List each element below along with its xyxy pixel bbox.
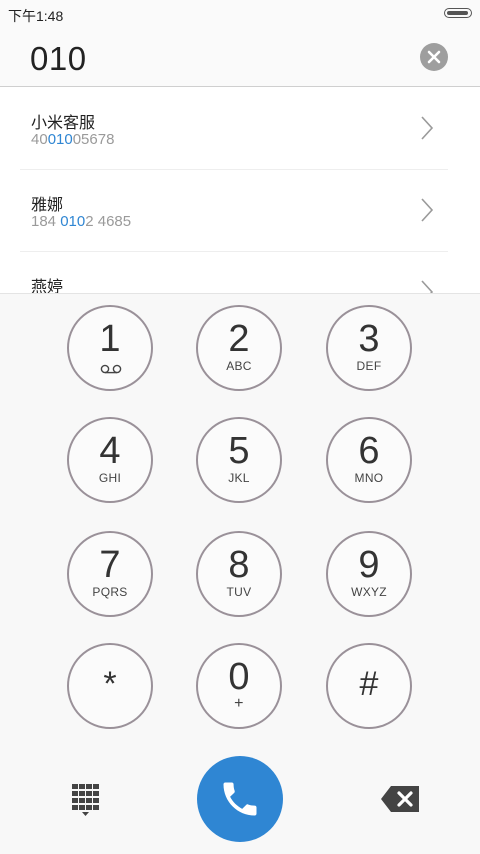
clear-icon[interactable] — [420, 43, 448, 71]
chevron-right-icon — [421, 198, 434, 222]
key-7[interactable]: 7 PQRS — [67, 531, 153, 617]
key-symbol: # — [359, 665, 379, 703]
dialed-number[interactable]: 010 — [30, 40, 87, 78]
key-9[interactable]: 9 WXYZ — [326, 531, 412, 617]
key-digit: 8 — [228, 544, 250, 586]
key-digit: 4 — [99, 430, 121, 472]
keypad-grid-icon[interactable] — [72, 784, 100, 816]
key-letters: TUV — [226, 585, 252, 599]
contact-name: 燕婷 — [31, 279, 64, 293]
key-letters: ABC — [226, 359, 252, 373]
key-digit: 7 — [99, 544, 121, 586]
call-button[interactable] — [197, 756, 283, 842]
key-1[interactable]: 1 — [67, 305, 153, 391]
key-letters: WXYZ — [351, 585, 387, 599]
contact-name: 小米客服 — [31, 115, 96, 132]
contact-number: 184 0102 4685 — [31, 213, 132, 230]
key-digit: 0 — [228, 656, 250, 698]
contact-results-list: 小米客服 4001005678 雅娜 184 0102 4685 燕婷 — [0, 87, 480, 293]
status-bar: 下午1:48 — [0, 0, 480, 28]
number-match-highlight: 010 — [47, 131, 73, 148]
key-digit: 6 — [358, 430, 380, 472]
battery-icon — [444, 8, 472, 18]
contact-result-item[interactable]: 雅娜 184 0102 4685 — [20, 169, 448, 252]
voicemail-icon — [100, 364, 122, 374]
key-star[interactable]: * — [67, 643, 153, 729]
key-symbol: * — [103, 665, 117, 703]
key-hash[interactable]: # — [326, 643, 412, 729]
key-letters: + — [234, 695, 244, 712]
dial-input-row: 010 — [0, 28, 480, 87]
key-6[interactable]: 6 MNO — [326, 417, 412, 503]
key-digit: 3 — [358, 318, 380, 360]
key-letters: MNO — [354, 471, 384, 485]
backspace-icon[interactable] — [381, 786, 419, 812]
key-digit: 2 — [228, 318, 250, 360]
key-letters: PQRS — [92, 585, 128, 599]
key-5[interactable]: 5 JKL — [196, 417, 282, 503]
phone-icon — [223, 782, 257, 816]
key-digit: 5 — [228, 430, 250, 472]
contact-number: 4001005678 — [31, 131, 115, 148]
key-letters: DEF — [356, 359, 382, 373]
chevron-right-icon — [421, 280, 434, 293]
status-time: 下午1:48 — [8, 8, 64, 24]
key-digit: 1 — [99, 318, 121, 360]
contact-result-item[interactable]: 小米客服 4001005678 — [20, 87, 448, 170]
key-8[interactable]: 8 TUV — [196, 531, 282, 617]
key-letters: JKL — [228, 471, 250, 485]
key-3[interactable]: 3 DEF — [326, 305, 412, 391]
contact-result-item[interactable]: 燕婷 — [20, 251, 448, 293]
key-letters: GHI — [98, 471, 122, 485]
chevron-right-icon — [421, 116, 434, 140]
key-4[interactable]: 4 GHI — [67, 417, 153, 503]
key-2[interactable]: 2 ABC — [196, 305, 282, 391]
contact-name: 雅娜 — [31, 197, 64, 214]
key-0[interactable]: 0 + — [196, 643, 282, 729]
number-match-highlight: 010 — [60, 213, 86, 230]
key-digit: 9 — [358, 544, 380, 586]
